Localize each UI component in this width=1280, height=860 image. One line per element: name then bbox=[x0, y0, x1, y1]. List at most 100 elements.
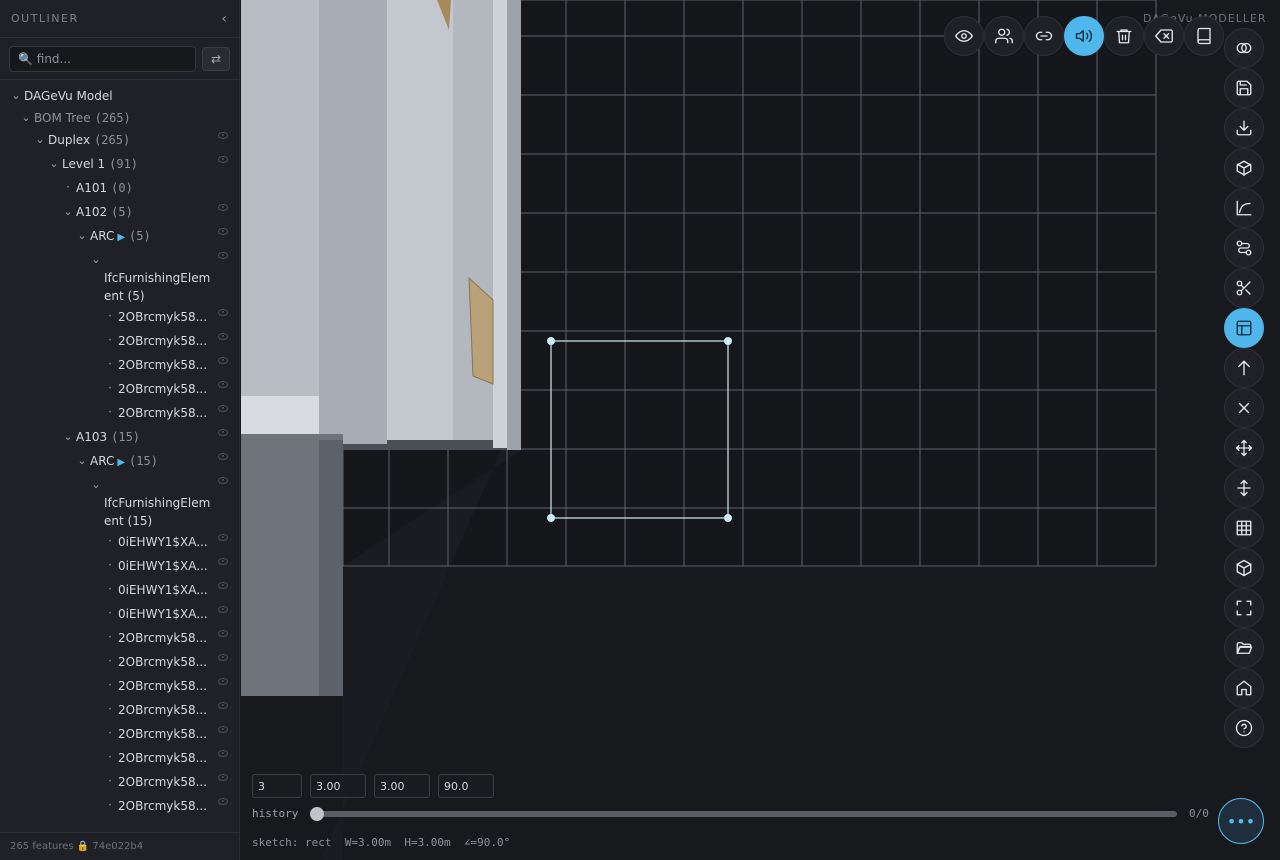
visibility-eye-icon[interactable] bbox=[218, 156, 228, 163]
home-button[interactable] bbox=[1224, 668, 1264, 708]
tree-row[interactable]: ⌄ Duplex (265) bbox=[0, 128, 240, 152]
curve-button[interactable] bbox=[1224, 188, 1264, 228]
visibility-eye-icon[interactable] bbox=[218, 333, 228, 340]
overlap-circles-button[interactable] bbox=[1224, 28, 1264, 68]
visibility-eye-icon[interactable] bbox=[218, 357, 228, 364]
route-button[interactable] bbox=[1224, 228, 1264, 268]
viewport-scene[interactable] bbox=[241, 0, 1280, 860]
grid-button[interactable] bbox=[1224, 508, 1264, 548]
visibility-eye-icon[interactable] bbox=[218, 630, 228, 637]
visibility-eye-icon[interactable] bbox=[218, 405, 228, 412]
tree-row[interactable]: • 2OBrcmyk58... bbox=[0, 650, 240, 674]
chevron-down-icon[interactable]: ⌄ bbox=[34, 131, 46, 149]
visibility-eye-icon[interactable] bbox=[218, 678, 228, 685]
tree-row[interactable]: ⌄ IfcFurnishingElement (15) bbox=[0, 473, 240, 530]
tree-row[interactable]: • 0iEHWY1$XA... bbox=[0, 578, 240, 602]
volume-button[interactable] bbox=[1064, 16, 1104, 56]
backspace-button[interactable] bbox=[1144, 16, 1184, 56]
sketch-handle[interactable] bbox=[724, 514, 732, 522]
angle-input[interactable] bbox=[438, 774, 494, 798]
tree-row[interactable]: • 2OBrcmyk58... bbox=[0, 722, 240, 746]
tree-row[interactable]: ⌄ A102 (5) bbox=[0, 200, 240, 224]
visibility-eye-icon[interactable] bbox=[218, 132, 228, 139]
tree-row[interactable]: • 2OBrcmyk58... bbox=[0, 377, 240, 401]
visibility-eye-icon[interactable] bbox=[218, 429, 228, 436]
sketch-handle[interactable] bbox=[547, 337, 555, 345]
visibility-eye-icon[interactable] bbox=[218, 726, 228, 733]
book-button[interactable] bbox=[1184, 16, 1224, 56]
tree-row[interactable]: ⌄ IfcFurnishingElement (5) bbox=[0, 248, 240, 305]
cube-button[interactable] bbox=[1224, 548, 1264, 588]
scissors-button[interactable] bbox=[1224, 268, 1264, 308]
chevron-down-icon[interactable]: ⌄ bbox=[48, 155, 60, 173]
find-input[interactable] bbox=[9, 45, 197, 72]
chevron-down-icon[interactable]: ⌄ bbox=[10, 87, 22, 105]
tree-row[interactable]: • 0iEHWY1$XA... bbox=[0, 602, 240, 626]
history-slider-track[interactable] bbox=[316, 811, 1177, 817]
visibility-eye-icon[interactable] bbox=[218, 252, 228, 259]
collapse-panel-icon[interactable]: ‹ bbox=[221, 11, 227, 27]
visibility-eye-icon[interactable] bbox=[218, 309, 228, 316]
visibility-eye-icon[interactable] bbox=[218, 606, 228, 613]
chevron-down-icon[interactable]: ⌄ bbox=[90, 251, 102, 269]
chevron-down-icon[interactable]: ⌄ bbox=[76, 452, 88, 470]
chevron-down-icon[interactable]: ⌄ bbox=[62, 428, 74, 446]
tree-row[interactable]: ⌄ ARC ▶ (5) bbox=[0, 224, 240, 248]
visibility-eye-icon[interactable] bbox=[218, 702, 228, 709]
users-button[interactable] bbox=[984, 16, 1024, 56]
visibility-eye-icon[interactable] bbox=[218, 774, 228, 781]
tree-row[interactable]: • 2OBrcmyk58... bbox=[0, 305, 240, 329]
tree-row[interactable]: ⌄ Level 1 (91) bbox=[0, 152, 240, 176]
more-options-button[interactable]: ••• bbox=[1218, 798, 1264, 844]
chevron-down-icon[interactable]: ⌄ bbox=[62, 203, 74, 221]
count-input[interactable] bbox=[252, 774, 302, 798]
tree-row[interactable]: • A101 (0) bbox=[0, 176, 240, 200]
tree-row[interactable]: • 2OBrcmyk58... bbox=[0, 329, 240, 353]
chevron-down-icon[interactable]: ⌄ bbox=[76, 227, 88, 245]
link-button[interactable] bbox=[1024, 16, 1064, 56]
layout-button[interactable] bbox=[1224, 308, 1264, 348]
width-input[interactable] bbox=[310, 774, 366, 798]
play-icon[interactable]: ▶ bbox=[117, 457, 125, 468]
split-vertical-button[interactable] bbox=[1224, 468, 1264, 508]
tree-row[interactable]: • 2OBrcmyk58... bbox=[0, 746, 240, 770]
download-button[interactable] bbox=[1224, 108, 1264, 148]
tree-row[interactable]: • 2OBrcmyk58... bbox=[0, 401, 240, 425]
visibility-eye-icon[interactable] bbox=[218, 204, 228, 211]
tree-row[interactable]: ⌄ BOM Tree (265) bbox=[0, 106, 240, 128]
tree-row[interactable]: ⌄ DAGeVu Model bbox=[0, 84, 240, 106]
visibility-eye-icon[interactable] bbox=[218, 654, 228, 661]
sketch-handle[interactable] bbox=[547, 514, 555, 522]
visibility-eye-icon[interactable] bbox=[218, 534, 228, 541]
close-button[interactable] bbox=[1224, 388, 1264, 428]
tree-row[interactable]: ⌄ A103 (15) bbox=[0, 425, 240, 449]
visibility-eye-icon[interactable] bbox=[218, 582, 228, 589]
tree-row[interactable]: • 2OBrcmyk58... bbox=[0, 698, 240, 722]
help-button[interactable] bbox=[1224, 708, 1264, 748]
trash-button[interactable] bbox=[1104, 16, 1144, 56]
folder-open-button[interactable] bbox=[1224, 628, 1264, 668]
visibility-eye-icon[interactable] bbox=[218, 228, 228, 235]
box-button[interactable] bbox=[1224, 148, 1264, 188]
save-button[interactable] bbox=[1224, 68, 1264, 108]
chevron-down-icon[interactable]: ⌄ bbox=[20, 109, 32, 127]
tree-row[interactable]: • 0iEHWY1$XA... bbox=[0, 530, 240, 554]
tree-row[interactable]: • 2OBrcmyk58... bbox=[0, 770, 240, 794]
tree-row[interactable]: • 2OBrcmyk58... bbox=[0, 674, 240, 698]
height-input[interactable] bbox=[374, 774, 430, 798]
eye-button[interactable] bbox=[944, 16, 984, 56]
tree-row[interactable]: • 2OBrcmyk58... bbox=[0, 353, 240, 377]
visibility-eye-icon[interactable] bbox=[218, 558, 228, 565]
visibility-eye-icon[interactable] bbox=[218, 750, 228, 757]
tree-row[interactable]: ⌄ ARC ▶ (15) bbox=[0, 449, 240, 473]
play-icon[interactable]: ▶ bbox=[117, 232, 125, 243]
3d-viewport[interactable] bbox=[241, 0, 1280, 860]
fullscreen-button[interactable] bbox=[1224, 588, 1264, 628]
tree-row[interactable]: • 2OBrcmyk58... bbox=[0, 794, 240, 818]
visibility-eye-icon[interactable] bbox=[218, 381, 228, 388]
history-slider-thumb[interactable] bbox=[310, 807, 324, 821]
arrow-up-button[interactable] bbox=[1224, 348, 1264, 388]
move-button[interactable] bbox=[1224, 428, 1264, 468]
chevron-down-icon[interactable]: ⌄ bbox=[90, 476, 102, 494]
sketch-handle[interactable] bbox=[724, 337, 732, 345]
